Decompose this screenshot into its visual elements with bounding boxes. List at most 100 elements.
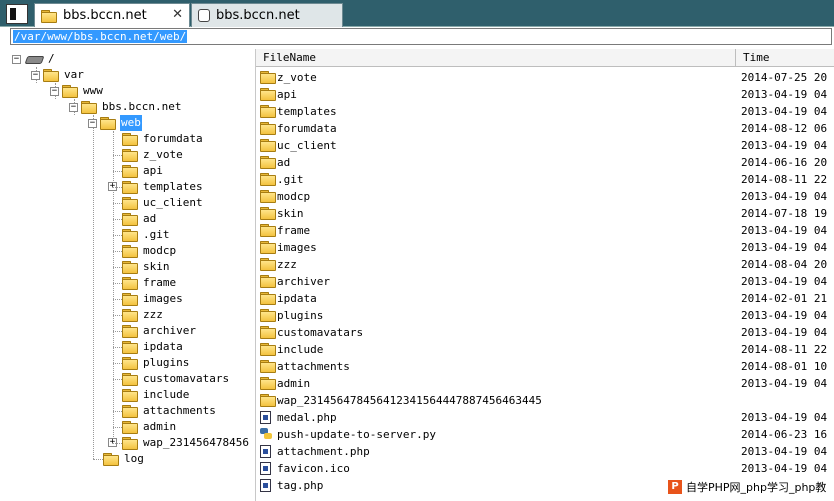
list-item[interactable]: admin 2013-04-19 04 (256, 375, 834, 392)
column-header-filename[interactable]: FileName (256, 49, 736, 67)
path-input[interactable]: /var/www/bbs.bccn.net/web/ (10, 28, 832, 45)
list-item[interactable]: uc_client 2013-04-19 04 (256, 137, 834, 154)
list-item[interactable]: api 2013-04-19 04 (256, 86, 834, 103)
folder-icon (260, 207, 276, 220)
tree-node-var[interactable]: − var (31, 67, 85, 83)
list-item-time: 2014-07-25 20 (741, 71, 828, 84)
tree-line (113, 171, 122, 172)
tree-line (113, 443, 122, 444)
tree-node[interactable]: ad (122, 211, 157, 227)
list-item-time: 2013-04-19 04 (741, 190, 828, 203)
list-item-name: medal.php (277, 411, 337, 424)
list-item-name: api (277, 88, 297, 101)
collapse-icon[interactable]: − (69, 102, 78, 112)
tree-line (93, 115, 94, 459)
folder-icon (122, 373, 138, 386)
list-item-time: 2014-08-11 22 (741, 343, 828, 356)
tree-node[interactable]: zzz (122, 307, 164, 323)
tree-node-log[interactable]: log (103, 451, 145, 467)
list-item-name: attachments (277, 360, 350, 373)
tree-line (113, 411, 122, 412)
list-item[interactable]: forumdata 2014-08-12 06 (256, 120, 834, 137)
list-item[interactable]: attachments 2014-08-01 10 (256, 358, 834, 375)
tree-node[interactable]: images (122, 291, 184, 307)
list-item[interactable]: wap_231456478456412341564447887456463445 (256, 392, 834, 409)
panel-toggle-button[interactable] (6, 4, 28, 24)
list-item-time: 2014-06-23 16 (741, 428, 828, 441)
list-item-name: include (277, 343, 324, 356)
folder-icon (122, 437, 138, 450)
folder-tree[interactable]: − / − var − www − bbs.bccn.net − web + fo… (0, 49, 256, 501)
list-item[interactable]: customavatars 2013-04-19 04 (256, 324, 834, 341)
tree-line (113, 283, 122, 284)
list-item[interactable]: archiver 2013-04-19 04 (256, 273, 834, 290)
list-item[interactable]: z_vote 2014-07-25 20 (256, 69, 834, 86)
tree-node[interactable]: z_vote (122, 147, 184, 163)
tree-node-site[interactable]: − bbs.bccn.net (69, 99, 182, 115)
tree-node[interactable]: attachments (122, 403, 217, 419)
list-item[interactable]: plugins 2013-04-19 04 (256, 307, 834, 324)
collapse-icon[interactable]: − (12, 54, 21, 64)
tree-node-www[interactable]: − www (50, 83, 104, 99)
list-item[interactable]: push-update-to-server.py 2014-06-23 16 (256, 426, 834, 443)
tree-node[interactable]: plugins (122, 355, 190, 371)
folder-icon (62, 85, 78, 98)
tree-node[interactable]: modcp (122, 243, 177, 259)
folder-icon (122, 197, 138, 210)
list-item[interactable]: .git 2014-08-11 22 (256, 171, 834, 188)
list-item[interactable]: zzz 2014-08-04 20 (256, 256, 834, 273)
list-item-time: 2013-04-19 04 (741, 105, 828, 118)
tree-node-root[interactable]: − / (12, 51, 56, 67)
column-header-time[interactable]: Time (736, 49, 834, 67)
folder-icon (122, 309, 138, 322)
list-item[interactable]: frame 2013-04-19 04 (256, 222, 834, 239)
tree-node[interactable]: forumdata (122, 131, 204, 147)
tab-bar: bbs.bccn.net ✕ bbs.bccn.net (0, 0, 834, 27)
list-item-name: forumdata (277, 122, 337, 135)
folder-icon (81, 101, 97, 114)
list-item[interactable]: favicon.ico 2013-04-19 04 (256, 460, 834, 477)
file-list[interactable]: FileName Time z_vote 2014-07-25 20 api 2013… (256, 49, 834, 501)
list-item[interactable]: modcp 2013-04-19 04 (256, 188, 834, 205)
list-item[interactable]: skin 2014-07-18 19 (256, 205, 834, 222)
python-file-icon (260, 428, 272, 440)
tree-node[interactable]: include (122, 387, 190, 403)
tree-line (113, 155, 122, 156)
tree-node[interactable]: skin (122, 259, 171, 275)
tree-node[interactable]: api (122, 163, 164, 179)
tree-node[interactable]: frame (122, 275, 177, 291)
list-item[interactable]: attachment.php 2013-04-19 04 (256, 443, 834, 460)
collapse-icon[interactable]: − (31, 70, 40, 80)
list-item-time: 2014-07-18 19 (741, 207, 828, 220)
list-item[interactable]: images 2013-04-19 04 (256, 239, 834, 256)
tree-node[interactable]: templates (122, 179, 204, 195)
tree-node[interactable]: admin (122, 419, 177, 435)
list-item[interactable]: medal.php 2013-04-19 04 (256, 409, 834, 426)
tab-page-icon (198, 9, 210, 22)
tree-node[interactable]: wap_231456478456 (122, 435, 250, 451)
list-item-time: 2013-04-19 04 (741, 445, 828, 458)
tree-node[interactable]: customavatars (122, 371, 230, 387)
file-icon (260, 462, 271, 475)
tree-node-web[interactable]: − web (88, 115, 142, 131)
list-item-time: 2014-08-01 10 (741, 360, 828, 373)
list-item-name: favicon.ico (277, 462, 350, 475)
folder-icon (260, 377, 276, 390)
collapse-icon[interactable]: − (50, 86, 59, 96)
tree-line (113, 203, 122, 204)
list-item[interactable]: templates 2013-04-19 04 (256, 103, 834, 120)
tree-node[interactable]: uc_client (122, 195, 204, 211)
tree-node[interactable]: .git (122, 227, 171, 243)
panel-icon (10, 8, 16, 20)
close-icon[interactable]: ✕ (172, 7, 183, 22)
list-item[interactable]: ipdata 2014-02-01 21 (256, 290, 834, 307)
file-icon (260, 479, 271, 492)
list-item-name: customavatars (277, 326, 364, 339)
tab-active[interactable]: bbs.bccn.net ✕ (34, 3, 190, 27)
collapse-icon[interactable]: − (88, 118, 97, 128)
list-item[interactable]: ad 2014-06-16 20 (256, 154, 834, 171)
tree-node[interactable]: ipdata (122, 339, 184, 355)
tab-inactive[interactable]: bbs.bccn.net (191, 3, 343, 27)
tree-node[interactable]: archiver (122, 323, 197, 339)
list-item[interactable]: include 2014-08-11 22 (256, 341, 834, 358)
